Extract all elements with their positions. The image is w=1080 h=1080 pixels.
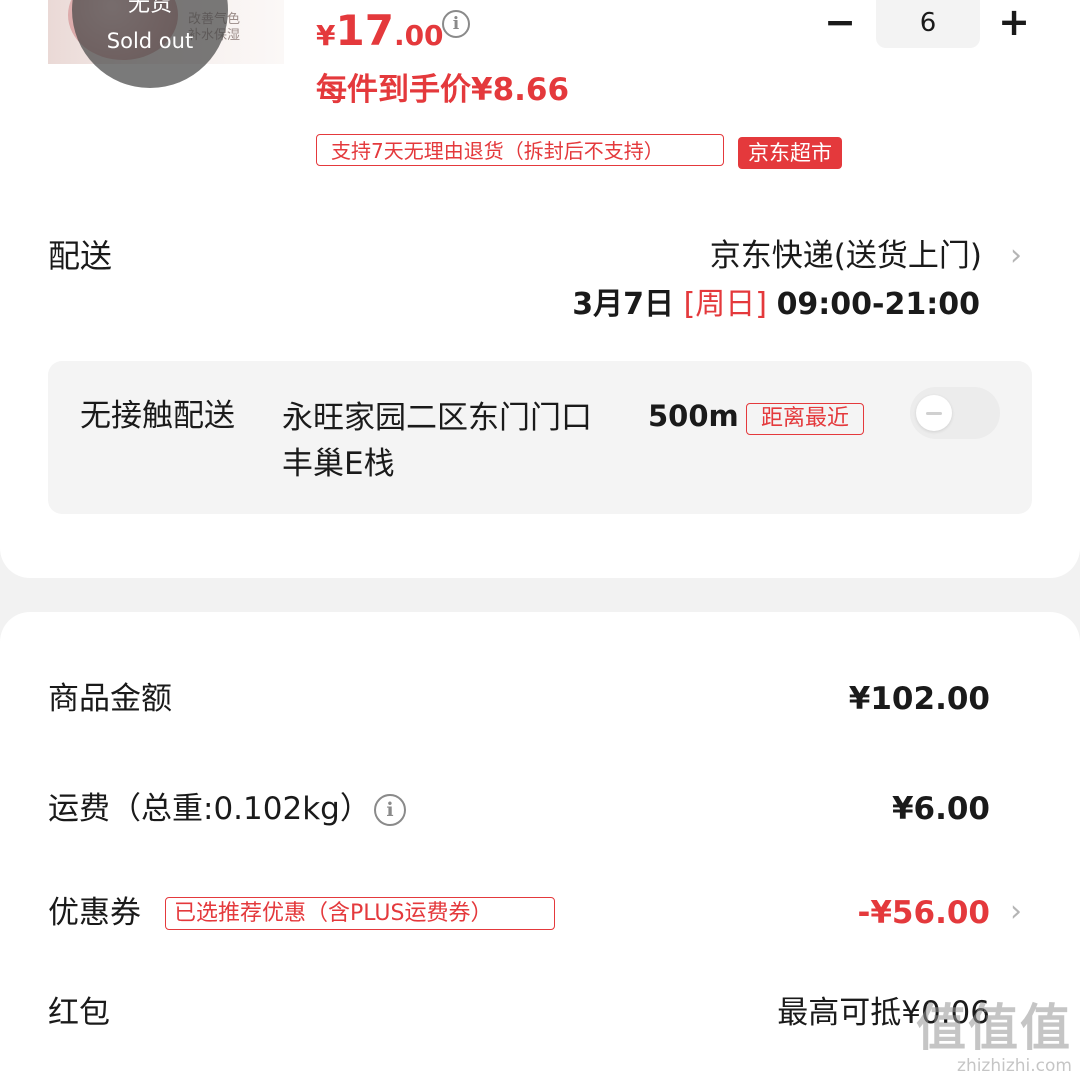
coupon-value[interactable]: -¥56.00 [858, 892, 991, 934]
quantity-decrease-button[interactable]: − [820, 2, 860, 42]
shipping-fee-label: 运费（总重:0.102kg） [48, 791, 371, 827]
contactless-label: 无接触配送 [80, 398, 235, 434]
goods-amount-value: ¥102.00 [848, 681, 990, 717]
site-watermark: 值值值 zhizhizhi.com [916, 1000, 1072, 1076]
return-policy-tag: 支持7天无理由退货（拆封后不支持） [316, 134, 724, 166]
goods-amount-label: 商品金额 [48, 681, 172, 717]
watermark-logo: 值值值 [916, 999, 1072, 1057]
quantity-increase-button[interactable]: + [994, 2, 1034, 42]
coupon-label: 优惠券 [48, 895, 141, 931]
quantity-input[interactable]: 6 [876, 0, 980, 48]
coupon-recommend-tag: 已选推荐优惠（含PLUS运费券） [165, 897, 555, 930]
product-price: ¥17.00 [316, 6, 444, 55]
nearest-badge: 距离最近 [746, 403, 864, 435]
delivery-label: 配送 [48, 237, 113, 275]
toggle-knob [916, 395, 952, 431]
delivery-method[interactable]: 京东快递(送货上门) [710, 236, 982, 276]
shipping-fee-value: ¥6.00 [891, 791, 990, 827]
sold-out-en-label: Sold out [106, 29, 194, 53]
unit-price-text: 每件到手价¥8.66 [316, 72, 570, 108]
shipping-info-icon[interactable]: i [374, 794, 406, 826]
pickup-distance: 500m [648, 399, 739, 433]
sold-out-badge: 无货 Sold out [72, 0, 228, 88]
jd-supermarket-tag: 京东超市 [738, 137, 842, 169]
watermark-site: zhizhizhi.com [957, 1056, 1072, 1076]
red-packet-label: 红包 [48, 995, 110, 1031]
sold-out-cn-label: 无货 [127, 0, 172, 17]
chevron-right-icon[interactable]: › [1010, 236, 1022, 276]
order-product-card: 改善气色 补水保湿 无货 Sold out ¥17.00 i − 6 + 每件到… [0, 0, 1080, 578]
price-info-icon[interactable]: i [442, 10, 470, 38]
contactless-toggle[interactable] [910, 387, 1000, 439]
contactless-delivery-panel: 无接触配送 永旺家园二区东门门口 丰巢E栈 500m 距离最近 [48, 361, 1032, 514]
delivery-time[interactable]: 3月7日 [周日] 09:00-21:00 [572, 285, 980, 325]
chevron-right-icon[interactable]: › [1010, 892, 1022, 932]
